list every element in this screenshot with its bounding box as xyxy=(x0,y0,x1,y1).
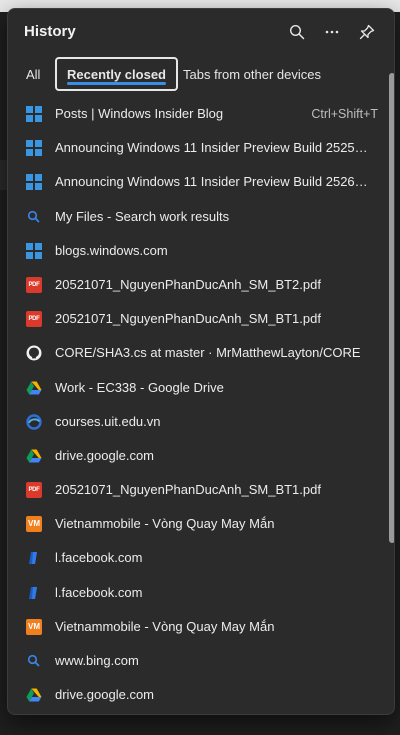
google-drive-icon xyxy=(26,380,42,396)
history-item-title: www.bing.com xyxy=(55,653,139,668)
history-item[interactable]: Announcing Windows 11 Insider Preview Bu… xyxy=(8,165,382,199)
more-options-icon xyxy=(325,30,339,34)
windows-icon xyxy=(26,140,42,157)
history-header: History xyxy=(8,9,394,55)
history-item[interactable]: www.bing.com xyxy=(8,644,382,678)
github-icon xyxy=(26,345,42,361)
history-item-title: courses.uit.edu.vn xyxy=(55,413,161,429)
history-item-title: blogs.windows.com xyxy=(55,242,168,258)
history-item-title: 20521071_NguyenPhanDucAnh_SM_BT1.pdf xyxy=(55,482,321,498)
history-tabs: All Recently closed Tabs from other devi… xyxy=(8,57,394,91)
reopen-shortcut-hint: Ctrl+Shift+T xyxy=(311,107,378,121)
history-item[interactable]: courses.uit.edu.vn xyxy=(8,405,382,439)
history-item[interactable]: drive.google.com xyxy=(8,439,382,473)
windows-icon xyxy=(26,174,42,191)
history-item-title: Vietnammobile - Vòng Quay May Mắn xyxy=(55,618,275,634)
history-item[interactable]: PDF 20521071_NguyenPhanDucAnh_SM_BT1.pdf xyxy=(8,473,382,507)
vietnammobile-icon: VM xyxy=(26,516,42,533)
history-item[interactable]: l.facebook.com xyxy=(8,576,382,610)
history-item-title: Vietnammobile - Vòng Quay May Mắn xyxy=(55,516,275,532)
history-item[interactable]: Work - EC338 - Google Drive xyxy=(8,371,382,405)
google-drive-icon xyxy=(26,687,42,703)
more-options-button[interactable] xyxy=(319,19,345,45)
history-item-title: Announcing Windows 11 Insider Preview Bu… xyxy=(55,174,370,190)
search-icon xyxy=(26,209,42,225)
history-item-title: 20521071_NguyenPhanDucAnh_SM_BT2.pdf xyxy=(55,276,321,292)
history-item[interactable]: Posts | Windows Insider Blog Ctrl+Shift+T xyxy=(8,97,382,131)
search-history-button[interactable] xyxy=(284,19,310,45)
google-drive-icon xyxy=(26,448,42,464)
history-flyout: History All Recently closed Tabs from ot… xyxy=(7,8,395,715)
history-item-title: l.facebook.com xyxy=(55,550,143,566)
tab-all[interactable]: All xyxy=(26,57,40,91)
tab-other-devices[interactable]: Tabs from other devices xyxy=(183,57,321,91)
history-item-title: My Files - Search work results xyxy=(55,208,230,224)
tab-recently-closed[interactable]: Recently closed xyxy=(55,57,178,91)
history-item-title: l.facebook.com xyxy=(55,584,143,600)
history-item[interactable]: PDF 20521071_NguyenPhanDucAnh_SM_BT1.pdf xyxy=(8,302,382,336)
scrollbar-thumb[interactable] xyxy=(389,73,394,543)
history-item[interactable]: VM Vietnammobile - Vòng Quay May Mắn xyxy=(8,610,382,644)
pin-history-button[interactable] xyxy=(354,19,380,45)
vietnammobile-icon: VM xyxy=(26,618,42,635)
history-item[interactable]: VM Vietnammobile - Vòng Quay May Mắn xyxy=(8,507,382,541)
history-title: History xyxy=(24,23,76,40)
history-item-title: drive.google.com xyxy=(55,687,154,703)
recently-closed-list: Posts | Windows Insider Blog Ctrl+Shift+T… xyxy=(8,97,382,712)
history-item-title: Work - EC338 - Google Drive xyxy=(55,379,224,395)
pdf-icon: PDF xyxy=(26,482,42,499)
history-item-title: CORE/SHA3.cs at master · MrMatthewLayton… xyxy=(55,345,361,361)
history-item-title: Announcing Windows 11 Insider Preview Bu… xyxy=(55,140,370,156)
facebook-icon xyxy=(26,585,42,601)
edge-icon xyxy=(26,413,42,430)
history-item[interactable]: Announcing Windows 11 Insider Preview Bu… xyxy=(8,131,382,165)
history-item-title: 20521071_NguyenPhanDucAnh_SM_BT1.pdf xyxy=(55,311,321,327)
search-icon xyxy=(289,24,305,40)
history-item-title: drive.google.com xyxy=(55,447,154,463)
pdf-icon: PDF xyxy=(26,311,42,328)
history-item[interactable]: l.facebook.com xyxy=(8,541,382,575)
history-item[interactable]: CORE/SHA3.cs at master · MrMatthewLayton… xyxy=(8,336,382,370)
facebook-icon xyxy=(26,550,42,566)
windows-icon xyxy=(26,106,42,122)
history-item-title: Posts | Windows Insider Blog xyxy=(55,106,224,121)
history-item[interactable]: PDF 20521071_NguyenPhanDucAnh_SM_BT2.pdf xyxy=(8,268,382,302)
history-item[interactable]: My Files - Search work results xyxy=(8,200,382,234)
windows-icon xyxy=(26,242,42,259)
pin-icon xyxy=(359,24,375,40)
history-item[interactable]: drive.google.com xyxy=(8,678,382,712)
pdf-icon: PDF xyxy=(26,276,42,293)
history-item[interactable]: blogs.windows.com xyxy=(8,234,382,268)
search-icon xyxy=(26,653,42,669)
